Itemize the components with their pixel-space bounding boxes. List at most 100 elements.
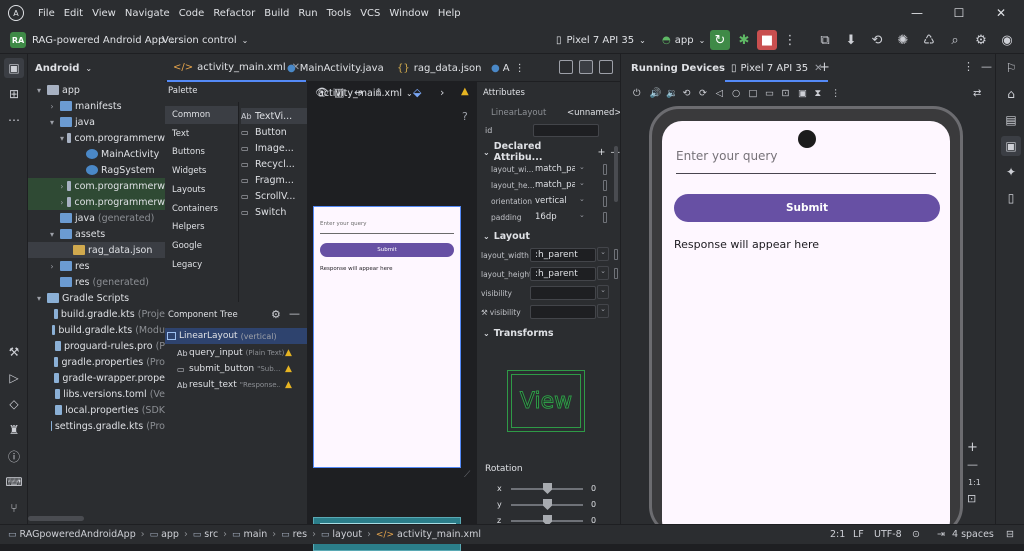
add-icon[interactable]: + bbox=[598, 147, 606, 158]
tree-item-build-gradle-project[interactable]: build.gradle.kts (Proje bbox=[28, 306, 165, 322]
gemini-icon[interactable]: ♺ bbox=[919, 30, 939, 50]
settings-icon[interactable]: ⚙ bbox=[971, 30, 991, 50]
palette-category-text[interactable]: Text bbox=[165, 125, 238, 143]
app-query-input[interactable]: Enter your query bbox=[676, 149, 777, 163]
palette-category-buttons[interactable]: Buttons bbox=[165, 143, 238, 161]
menu-window[interactable]: Window bbox=[389, 8, 428, 19]
warning-icon[interactable]: ▲ bbox=[285, 364, 292, 374]
home-icon[interactable]: ○ bbox=[732, 88, 740, 99]
run-config-selector[interactable]: ◓ app ⌄ bbox=[662, 31, 705, 49]
resource-picker-icon[interactable] bbox=[614, 249, 618, 260]
rotation-slider-thumb[interactable] bbox=[543, 499, 552, 510]
power-icon[interactable]: ⏻ bbox=[633, 88, 641, 99]
close-icon[interactable]: ✕ bbox=[980, 0, 1022, 26]
terminal-icon[interactable]: ⌨ bbox=[4, 472, 24, 492]
tree-item-proguard-rules[interactable]: proguard-rules.pro (P bbox=[28, 338, 165, 354]
layout-attr-field[interactable] bbox=[530, 305, 596, 319]
chevron-down-icon[interactable]: ⌄ bbox=[579, 211, 585, 219]
add-device-icon[interactable]: + bbox=[819, 60, 830, 75]
chevron-down-icon[interactable]: ⌄ bbox=[597, 285, 609, 299]
chevron-down-icon[interactable]: ▾ bbox=[34, 294, 44, 303]
memory-icon[interactable]: ⊟ bbox=[1006, 529, 1014, 540]
menu-build[interactable]: Build bbox=[264, 8, 289, 19]
tree-item-java-generated[interactable]: java (generated) bbox=[28, 210, 165, 226]
chevron-right-icon[interactable]: › bbox=[440, 86, 444, 99]
zoom-out-icon[interactable]: — bbox=[967, 458, 978, 471]
more-tools-icon[interactable]: ⋯ bbox=[4, 110, 24, 130]
problems-icon[interactable]: ⓘ bbox=[4, 446, 24, 466]
tree-item-libs-versions[interactable]: libs.versions.toml (Ve bbox=[28, 386, 165, 402]
tree-item-package-main[interactable]: ▾ com.programmerw bbox=[28, 130, 165, 146]
sync-icon[interactable]: ⟲ bbox=[867, 30, 887, 50]
resource-picker-icon[interactable] bbox=[603, 212, 607, 223]
vertical-scrollbar[interactable] bbox=[614, 146, 618, 202]
lock-icon[interactable]: ⊙ bbox=[912, 529, 920, 540]
layout-preview[interactable]: Enter your query Submit Response will ap… bbox=[313, 206, 461, 468]
more-icon[interactable]: ⋮ bbox=[963, 60, 974, 73]
palette-item[interactable]: ▭ Image... bbox=[241, 140, 294, 156]
menu-navigate[interactable]: Navigate bbox=[125, 8, 170, 19]
chevron-down-icon[interactable]: ⌄ bbox=[597, 247, 609, 261]
zoom-actual-size[interactable]: 1:1 bbox=[968, 478, 981, 487]
palette-item[interactable]: ▭ Button bbox=[241, 124, 287, 140]
project-view-icon[interactable]: ▣ bbox=[4, 58, 24, 78]
rotation-value[interactable]: 0 bbox=[591, 500, 596, 509]
notifications-icon[interactable]: ⚐ bbox=[1001, 58, 1021, 78]
tree-item-class-mainactivity[interactable]: MainActivity bbox=[28, 146, 165, 162]
rotation-slider-thumb[interactable] bbox=[543, 483, 552, 494]
logcat-icon[interactable]: ♜ bbox=[4, 420, 24, 440]
chevron-down-icon[interactable]: ⌄ bbox=[579, 179, 585, 187]
emulator-icon[interactable]: ▯ bbox=[1001, 188, 1021, 208]
chevron-right-icon[interactable]: › bbox=[47, 262, 57, 271]
resource-picker-icon[interactable] bbox=[614, 268, 618, 279]
palette-category-google[interactable]: Google bbox=[165, 237, 238, 255]
volume-down-icon[interactable]: 🔉 bbox=[666, 88, 678, 99]
sdk-manager-icon[interactable]: ⬇ bbox=[841, 30, 861, 50]
tree-item-gradle-scripts[interactable]: ▾ Gradle Scripts bbox=[28, 290, 165, 306]
device-manager-icon[interactable]: ⧉ bbox=[815, 30, 835, 50]
palette-category-widgets[interactable]: Widgets bbox=[165, 162, 238, 180]
git-icon[interactable]: ⑂ bbox=[4, 498, 24, 518]
tab-rag-data[interactable]: {} rag_data.json bbox=[391, 54, 487, 82]
tree-item-package-androidtest[interactable]: › com.programmerw bbox=[28, 178, 165, 194]
tab-device[interactable]: ▯ Pixel 7 API 35 ✕ bbox=[725, 56, 829, 82]
warning-icon[interactable]: ▲ bbox=[285, 380, 292, 390]
tab-more[interactable]: ● A ⋮ bbox=[485, 54, 531, 82]
palette-category-layouts[interactable]: Layouts bbox=[165, 181, 238, 199]
menu-run[interactable]: Run bbox=[298, 8, 317, 19]
tree-item-assets[interactable]: ▾ assets bbox=[28, 226, 165, 242]
chevron-right-icon[interactable]: › bbox=[60, 182, 64, 191]
profiler-icon[interactable]: ✺ bbox=[893, 30, 913, 50]
layout-attr-field[interactable]: :h_parent bbox=[530, 267, 596, 281]
file-dropdown[interactable]: activity_main.xml ⌄ bbox=[318, 88, 413, 99]
palette-item[interactable]: ▭ Fragm... bbox=[241, 172, 294, 188]
help-icon[interactable]: ? bbox=[462, 110, 468, 123]
menu-refactor[interactable]: Refactor bbox=[213, 8, 255, 19]
horizontal-scrollbar[interactable] bbox=[28, 516, 84, 521]
chevron-down-icon[interactable]: ⌄ bbox=[597, 304, 609, 318]
tree-node-submit-button[interactable]: ▭ submit_button "Sub... ▲ bbox=[177, 361, 292, 377]
settings-icon[interactable]: ⚙ bbox=[271, 308, 281, 321]
tree-item-res[interactable]: › res bbox=[28, 258, 165, 274]
chevron-down-icon[interactable]: ▾ bbox=[34, 86, 44, 95]
tree-item-build-gradle-module[interactable]: build.gradle.kts (Modu bbox=[28, 322, 165, 338]
line-separator[interactable]: LF bbox=[853, 529, 864, 540]
warning-icon[interactable]: ▲ bbox=[461, 86, 469, 97]
layout-attr-field[interactable]: :h_parent bbox=[530, 248, 596, 262]
declared-attr-value[interactable]: vertical bbox=[535, 196, 575, 206]
design-view-icon[interactable] bbox=[599, 60, 613, 74]
overview-icon[interactable]: □ bbox=[749, 88, 758, 99]
transforms-section-header[interactable]: ⌄ Transforms bbox=[483, 325, 554, 341]
breadcrumb-item[interactable]: ▭ layout bbox=[321, 529, 362, 540]
build-icon[interactable]: ⚒ bbox=[4, 342, 24, 362]
orientation-icon[interactable]: ⬙ bbox=[413, 86, 421, 99]
menu-edit[interactable]: Edit bbox=[64, 8, 83, 19]
chevron-down-icon[interactable]: ▾ bbox=[47, 118, 57, 127]
chevron-down-icon[interactable]: ▾ bbox=[47, 230, 57, 239]
extended-controls-icon[interactable]: ⋮ bbox=[831, 88, 841, 99]
screenshot-icon[interactable]: ⊡ bbox=[782, 88, 790, 99]
phone-screen[interactable]: Enter your query Submit Response will ap… bbox=[662, 121, 950, 541]
breadcrumb-item[interactable]: ▭ src bbox=[193, 529, 218, 540]
menu-tools[interactable]: Tools bbox=[327, 8, 352, 19]
rotate-left-icon[interactable]: ⟲ bbox=[683, 88, 691, 99]
